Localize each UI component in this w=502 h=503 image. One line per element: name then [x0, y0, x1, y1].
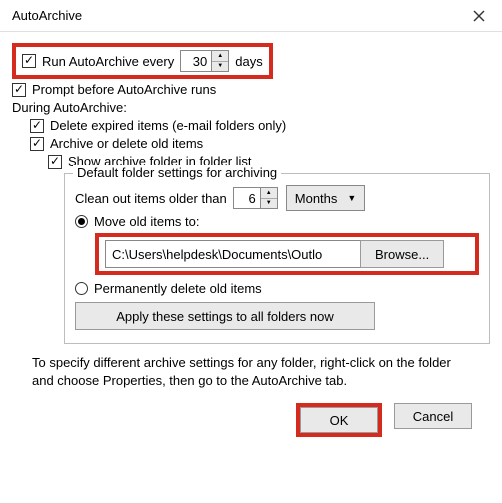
- during-label-row: During AutoArchive:: [12, 100, 490, 115]
- perm-delete-label: Permanently delete old items: [94, 281, 262, 296]
- archive-path-highlight: Browse...: [95, 233, 479, 275]
- delete-expired-checkbox[interactable]: [30, 119, 44, 133]
- info-text: To specify different archive settings fo…: [32, 354, 470, 389]
- prompt-row: Prompt before AutoArchive runs: [12, 82, 490, 97]
- fieldset-legend: Default folder settings for archiving: [73, 165, 281, 180]
- apply-settings-button[interactable]: Apply these settings to all folders now: [75, 302, 375, 330]
- cleanout-value-input[interactable]: [233, 187, 261, 209]
- cleanout-row: Clean out items older than ▲ ▼ Months ▼: [75, 185, 479, 211]
- move-old-label: Move old items to:: [94, 214, 200, 229]
- show-folder-checkbox[interactable]: [48, 155, 62, 169]
- chevron-up-icon: ▲: [212, 51, 228, 62]
- perm-delete-row: Permanently delete old items: [75, 281, 479, 296]
- cleanout-label: Clean out items older than: [75, 191, 227, 206]
- close-icon: [473, 10, 485, 22]
- chevron-up-icon: ▲: [261, 188, 277, 199]
- during-label: During AutoArchive:: [12, 100, 127, 115]
- chevron-down-icon: ▼: [261, 199, 277, 209]
- run-autoarchive-highlight: Run AutoArchive every ▲ ▼ days: [12, 43, 273, 79]
- archive-path-input[interactable]: [105, 240, 361, 268]
- cleanout-unit-label: Months: [295, 191, 338, 206]
- prompt-checkbox[interactable]: [12, 83, 26, 97]
- apply-row: Apply these settings to all folders now: [75, 302, 479, 330]
- delete-expired-row: Delete expired items (e-mail folders onl…: [30, 118, 490, 133]
- run-autoarchive-days-input[interactable]: [180, 50, 212, 72]
- perm-delete-radio[interactable]: [75, 282, 88, 295]
- window-title: AutoArchive: [12, 8, 82, 23]
- browse-button[interactable]: Browse...: [360, 240, 444, 268]
- default-folder-fieldset: Default folder settings for archiving Cl…: [64, 173, 490, 344]
- archive-old-row: Archive or delete old items: [30, 136, 490, 151]
- run-autoarchive-spinner[interactable]: ▲ ▼: [211, 50, 229, 72]
- prompt-label: Prompt before AutoArchive runs: [32, 82, 216, 97]
- ok-button[interactable]: OK: [300, 407, 378, 433]
- run-autoarchive-label-suffix: days: [235, 54, 262, 69]
- run-autoarchive-row: Run AutoArchive every ▲ ▼ days: [12, 43, 490, 79]
- chevron-down-icon: ▼: [212, 62, 228, 72]
- run-autoarchive-label-prefix: Run AutoArchive every: [42, 54, 174, 69]
- move-old-radio[interactable]: [75, 215, 88, 228]
- cancel-button[interactable]: Cancel: [394, 403, 472, 429]
- dialog-content: Run AutoArchive every ▲ ▼ days Prompt be…: [0, 32, 502, 445]
- chevron-down-icon: ▼: [347, 193, 356, 203]
- dialog-footer: OK Cancel: [12, 389, 490, 437]
- archive-old-label: Archive or delete old items: [50, 136, 203, 151]
- run-autoarchive-checkbox[interactable]: [22, 54, 36, 68]
- close-button[interactable]: [456, 0, 502, 32]
- title-bar: AutoArchive: [0, 0, 502, 32]
- cleanout-spinner[interactable]: ▲ ▼: [260, 187, 278, 209]
- ok-highlight: OK: [296, 403, 382, 437]
- archive-old-checkbox[interactable]: [30, 137, 44, 151]
- cleanout-unit-select[interactable]: Months ▼: [286, 185, 366, 211]
- delete-expired-label: Delete expired items (e-mail folders onl…: [50, 118, 286, 133]
- move-old-row: Move old items to:: [75, 214, 479, 229]
